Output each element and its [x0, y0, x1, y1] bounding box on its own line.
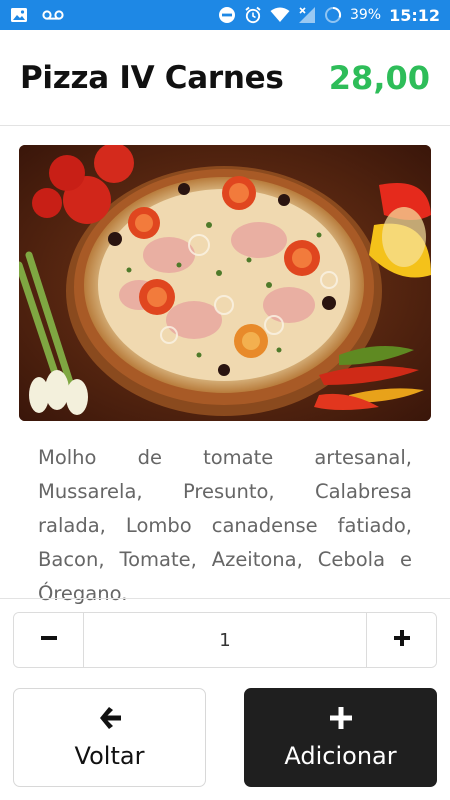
wifi-icon — [270, 7, 290, 23]
quantity-stepper: 1 — [13, 612, 437, 668]
alarm-icon — [244, 6, 262, 24]
back-button[interactable]: Voltar — [13, 688, 206, 787]
pizza-photo-illustration — [19, 145, 431, 421]
increase-quantity-button[interactable] — [366, 613, 436, 667]
product-image — [19, 145, 431, 421]
add-button-label: Adicionar — [284, 741, 397, 770]
product-header: Pizza IV Carnes 28,00 — [0, 30, 450, 126]
do-not-disturb-icon — [218, 6, 236, 24]
plus-icon — [393, 629, 411, 651]
battery-percent: 39% — [349, 7, 382, 23]
minus-icon — [40, 629, 58, 651]
cell-signal-icon — [298, 6, 316, 24]
product-price: 28,00 — [328, 58, 430, 97]
voicemail-icon — [42, 9, 64, 21]
image-notification-icon — [10, 7, 28, 23]
quantity-value[interactable]: 1 — [84, 613, 366, 667]
status-bar: 39% 15:12 — [0, 0, 450, 30]
back-button-label: Voltar — [74, 741, 145, 770]
product-title: Pizza IV Carnes — [20, 59, 284, 96]
plus-icon — [329, 706, 353, 734]
divider — [0, 598, 450, 599]
product-description: Molho de tomate artesanal, Mussarela, Pr… — [38, 446, 412, 605]
decrease-quantity-button[interactable] — [14, 613, 84, 667]
arrow-left-icon — [97, 706, 123, 734]
clock: 15:12 — [389, 5, 440, 25]
battery-icon — [324, 6, 342, 24]
add-to-cart-button[interactable]: Adicionar — [244, 688, 437, 787]
